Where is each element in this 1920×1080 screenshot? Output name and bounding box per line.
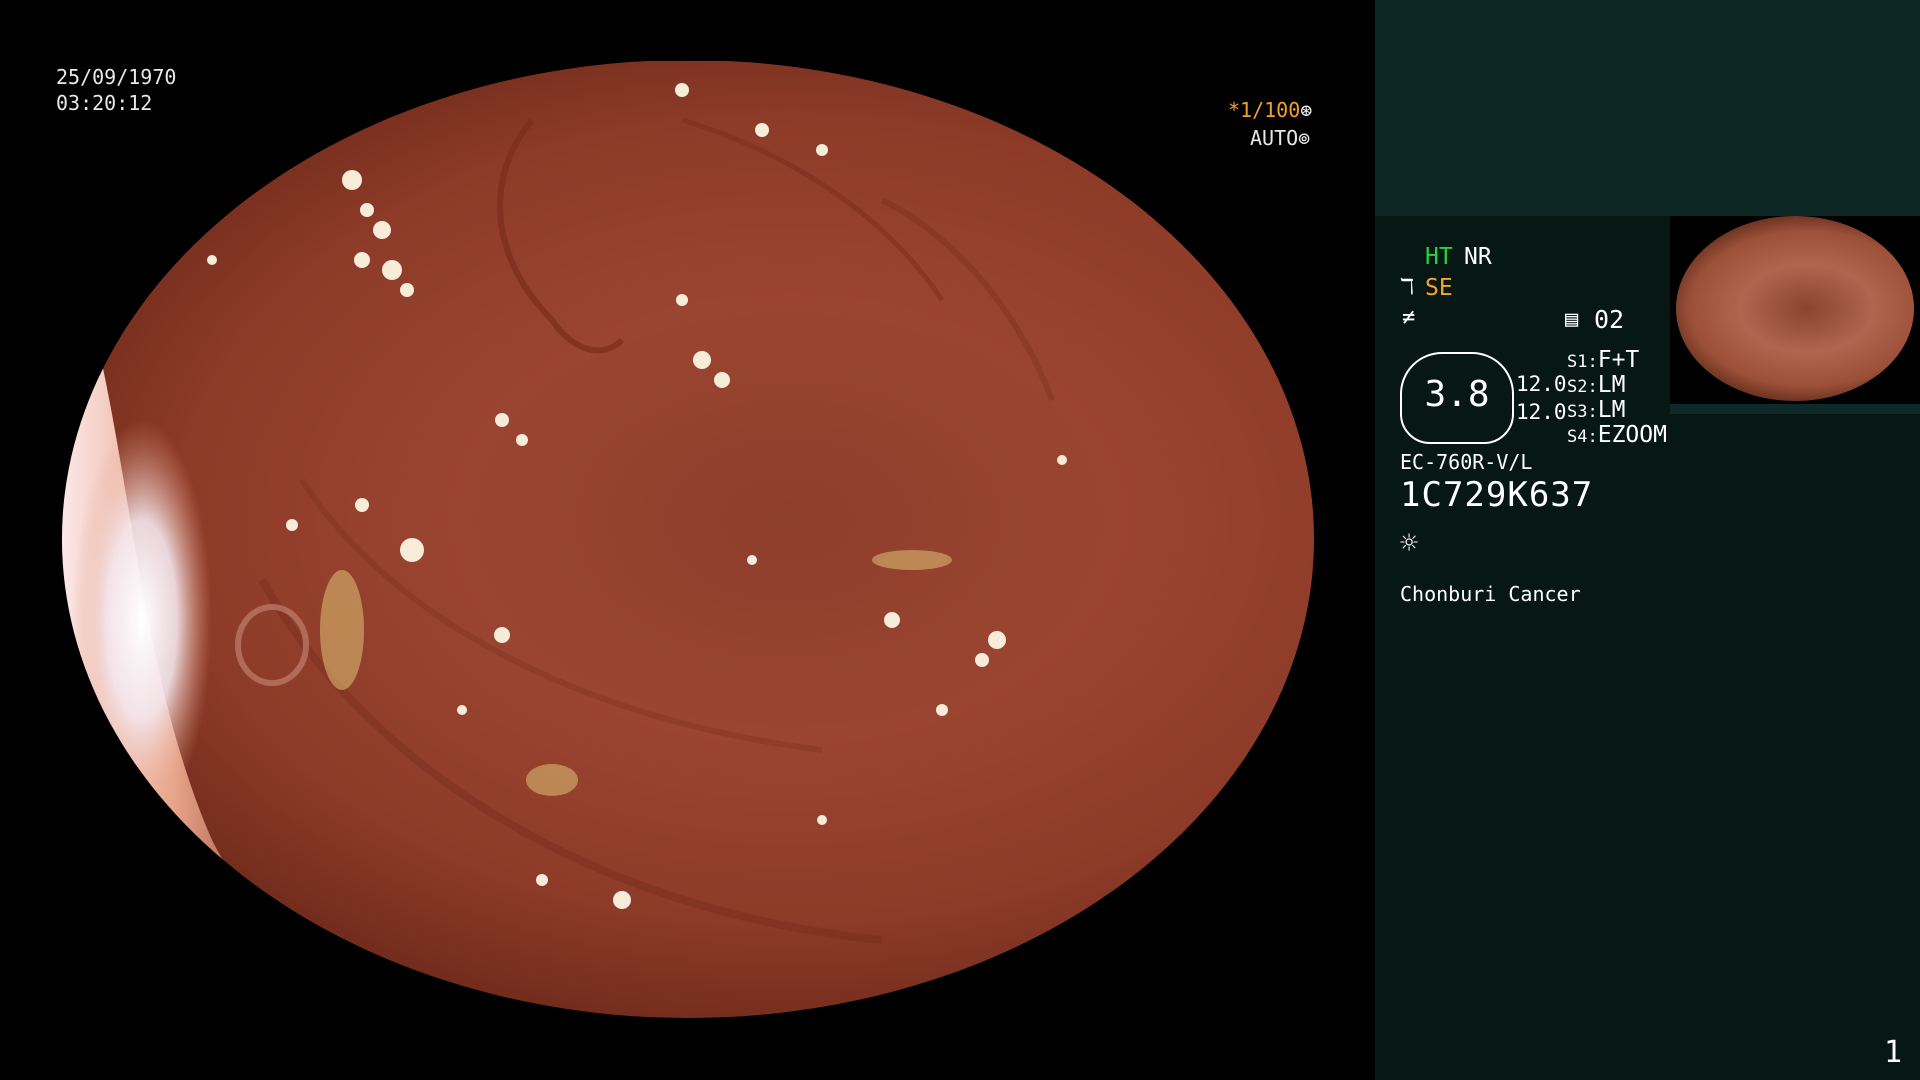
institution-name: Chonburi Cancer xyxy=(1400,582,1581,606)
frame-mask-top xyxy=(0,0,1375,61)
iris-mode-text: AUTO xyxy=(1250,126,1299,150)
time-text: 03:20:12 xyxy=(56,91,153,115)
memory-index: 02 xyxy=(1594,305,1625,334)
endoscope-view-area: 25/09/1970 03:20:12 *1/100⊛ AUTO⊚ xyxy=(0,0,1375,1080)
gauge-value: 3.8 xyxy=(1424,374,1490,415)
enhance-icon: ℸ xyxy=(1400,275,1415,300)
aperture-icon: ⊛ xyxy=(1300,98,1313,122)
ht-indicator: HT xyxy=(1425,244,1453,270)
reference-thumbnail xyxy=(1670,216,1920,414)
scope-serial: 1C729K637 xyxy=(1400,475,1594,515)
thumbnail-image xyxy=(1676,216,1914,401)
switch-row: S4:EZOOM xyxy=(1567,422,1667,448)
frame-mask-bottom xyxy=(0,1018,1375,1080)
date-text: 25/09/1970 xyxy=(56,65,177,89)
iris-readout: AUTO⊚ xyxy=(1250,126,1310,150)
scope-model: EC-760R-V/L xyxy=(1400,450,1533,474)
iris-icon: ⊚ xyxy=(1298,126,1311,150)
nr-indicator: NR xyxy=(1464,244,1492,270)
level-top: 12.0 xyxy=(1516,372,1567,396)
color-gauge: 3.8 xyxy=(1400,352,1514,444)
endoscopic-image xyxy=(62,60,1314,1018)
level-bottom: 12.0 xyxy=(1516,400,1567,424)
info-panel: 1 xyxy=(1375,0,1920,1080)
memory-icon: ▤ xyxy=(1565,307,1579,332)
date-time-readout: 25/09/1970 03:20:12 xyxy=(56,64,176,116)
panel-header-area xyxy=(1375,0,1920,216)
light-sun-icon: ☼ xyxy=(1400,526,1419,561)
mucosa-detail xyxy=(62,83,1067,1018)
shutter-readout: *1/100⊛ xyxy=(1228,98,1312,122)
shutter-text: *1/100 xyxy=(1228,98,1301,122)
page-number: 1 xyxy=(1883,1035,1902,1070)
se-indicator: SE xyxy=(1425,275,1453,301)
thumbnail-status-bar xyxy=(1670,404,1920,414)
structure-icon: ≠ xyxy=(1402,305,1416,330)
